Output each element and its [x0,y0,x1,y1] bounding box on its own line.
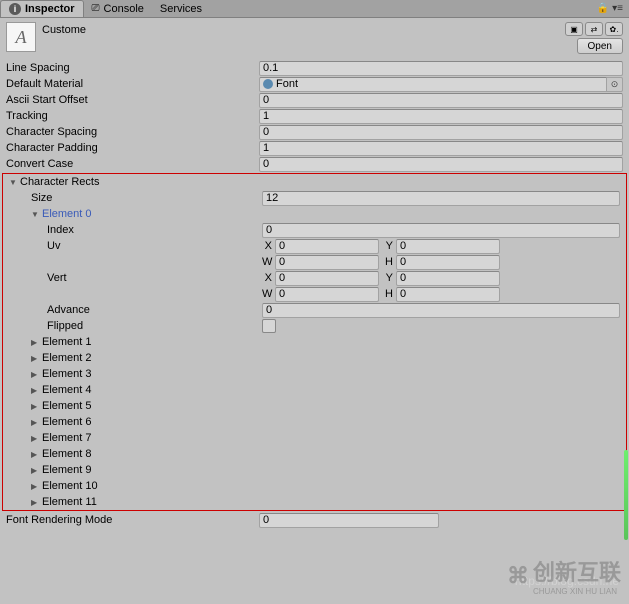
ascii-start-field[interactable] [259,93,623,108]
x-label: X [262,272,272,284]
chevron-right-icon [31,434,41,443]
foldout-element[interactable]: Element 7 [9,432,262,444]
chevron-down-icon [9,178,19,187]
foldout-element[interactable]: Element 3 [9,368,262,380]
foldout-element[interactable]: Element 2 [9,352,262,364]
line-spacing-field[interactable] [259,61,623,76]
chevron-right-icon [31,498,41,507]
chevron-right-icon [31,402,41,411]
vert-h-field[interactable] [396,287,500,302]
prop-label: Font Rendering Mode [6,514,259,526]
prop-label: Convert Case [6,158,259,170]
foldout-char-rects[interactable]: Character Rects [9,176,262,188]
foldout-element[interactable]: Element 11 [9,496,262,508]
scrollbar[interactable] [624,450,628,540]
chevron-down-icon [31,210,41,219]
w-label: W [262,256,272,268]
convert-case-field[interactable] [259,157,623,172]
foldout-element[interactable]: Element 4 [9,384,262,396]
uv-h-field[interactable] [396,255,500,270]
uv-x-field[interactable] [275,239,379,254]
index-field[interactable] [262,223,620,238]
prop-label: Vert [9,272,262,284]
prop-label: Default Material [6,78,259,90]
prop-label: Ascii Start Offset [6,94,259,106]
asset-name: Custome [42,22,559,36]
chevron-right-icon [31,418,41,427]
chevron-right-icon [31,338,41,347]
tab-label: Console [104,3,144,15]
object-picker-button[interactable]: ⊙ [607,77,623,92]
preset-button[interactable]: ⇄ [585,22,603,36]
font-rendering-field[interactable] [259,513,439,528]
asset-bundle-button[interactable]: ▣ [565,22,583,36]
uv-y-field[interactable] [396,239,500,254]
foldout-element[interactable]: Element 10 [9,480,262,492]
gear-icon[interactable]: ✿. [605,22,623,36]
tab-console[interactable]: ⎚ Console [84,0,152,17]
chevron-right-icon [31,482,41,491]
w-label: W [262,288,272,300]
info-icon: i [9,3,21,15]
chevron-right-icon [31,466,41,475]
material-icon [263,79,273,89]
prop-label: Uv [9,240,262,252]
uv-w-field[interactable] [275,255,379,270]
chevron-right-icon [31,386,41,395]
open-button[interactable]: Open [577,38,623,54]
console-icon: ⎚ [92,3,100,14]
flipped-checkbox[interactable] [262,319,276,333]
h-label: H [383,288,393,300]
foldout-element[interactable]: Element 9 [9,464,262,476]
character-rects-section: Character Rects Size Element 0 Index Uv … [2,173,627,511]
foldout-element0[interactable]: Element 0 [9,208,262,220]
y-label: Y [383,240,393,252]
prop-label: Flipped [9,320,262,332]
vert-x-field[interactable] [275,271,379,286]
tab-services[interactable]: Services [152,0,210,17]
char-padding-field[interactable] [259,141,623,156]
foldout-element[interactable]: Element 1 [9,336,262,348]
inspector-content: Line Spacing Default MaterialFont⊙ Ascii… [0,58,629,528]
logo: ⌘ 创新互联CHUANG XIN HU LIAN [507,555,621,596]
foldout-element[interactable]: Element 6 [9,416,262,428]
asset-header: A Custome ▣ ⇄ ✿. Open [0,18,629,58]
vert-y-field[interactable] [396,271,500,286]
tab-inspector[interactable]: i Inspector [0,0,84,17]
tab-bar: i Inspector ⎚ Console Services 🔒 ▾≡ [0,0,629,18]
prop-label: Character Spacing [6,126,259,138]
font-asset-icon: A [6,22,36,52]
tracking-field[interactable] [259,109,623,124]
lock-icon[interactable]: 🔒 ▾≡ [597,3,629,14]
chevron-right-icon [31,354,41,363]
advance-field[interactable] [262,303,620,318]
prop-label: Index [9,224,262,236]
prop-label: Advance [9,304,262,316]
h-label: H [383,256,393,268]
default-material-field[interactable]: Font [259,77,607,92]
char-spacing-field[interactable] [259,125,623,140]
prop-label: Size [9,192,262,204]
rects-size-field[interactable] [262,191,620,206]
y-label: Y [383,272,393,284]
tab-label: Inspector [25,3,75,15]
chevron-right-icon [31,370,41,379]
prop-label: Line Spacing [6,62,259,74]
tab-label: Services [160,3,202,15]
chevron-right-icon [31,450,41,459]
vert-w-field[interactable] [275,287,379,302]
foldout-element[interactable]: Element 5 [9,400,262,412]
x-label: X [262,240,272,252]
prop-label: Tracking [6,110,259,122]
prop-label: Character Padding [6,142,259,154]
foldout-element[interactable]: Element 8 [9,448,262,460]
